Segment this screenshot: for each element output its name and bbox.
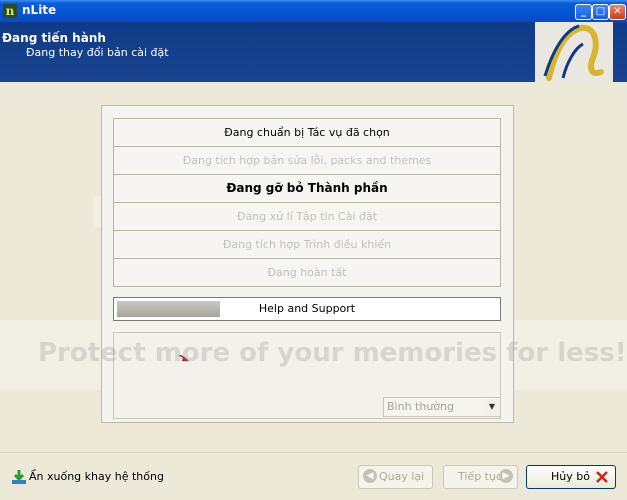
step-item: Đang tích hợp Trình điều khiển [113,230,501,258]
back-label: Quay lại [379,470,425,483]
tray-label: Ẩn xuống khay hệ thống [29,470,164,483]
progress-panel: Đang chuẩn bị Tác vụ đã chọn Đang tích h… [101,105,514,423]
nlite-app-icon: n [3,4,17,18]
maximize-button[interactable]: □ [592,4,609,20]
header-title: Đang tiến hành [2,31,106,45]
back-button[interactable]: ◀ Quay lại [358,465,433,489]
cancel-x-icon [596,471,608,483]
header-subtitle: Đang thay đổi bản cài đặt [26,46,169,59]
progress-bar: Help and Support [113,297,501,321]
window-title: nLite [22,3,57,17]
chevron-down-icon[interactable]: ▼ [485,399,499,415]
step-item: Đang xử lí Tập tin Cài đặt [113,202,501,230]
tray-down-arrow-icon [12,470,26,484]
close-button[interactable]: ✕ [609,4,626,20]
red-marker-icon [178,355,189,361]
footer-separator [0,452,627,453]
next-button[interactable]: Tiếp tục ▶ [443,465,518,489]
minimize-button[interactable]: _ [575,4,592,20]
step-item-current: Đang gỡ bỏ Thành phần [113,174,501,202]
step-list: Đang chuẩn bị Tác vụ đã chọn Đang tích h… [113,118,501,287]
priority-selected: Bình thường [387,400,454,413]
back-arrow-icon: ◀ [363,469,377,483]
cancel-label: Hủy bỏ [551,470,590,483]
nlite-logo-icon [535,22,613,82]
cancel-button[interactable]: Hủy bỏ [526,465,616,489]
progress-label: Help and Support [258,302,356,315]
next-label: Tiếp tục [458,470,503,483]
next-arrow-icon: ▶ [499,469,513,483]
priority-dropdown[interactable]: Bình thường ▼ [383,397,501,417]
step-item: Đang hoàn tất [113,258,501,287]
title-bar[interactable]: n nLite _ □ ✕ [0,0,627,22]
log-area: Bình thường ▼ [113,332,501,419]
step-item: Đang chuẩn bị Tác vụ đã chọn [113,118,501,146]
step-item: Đang tích hợp bản sửa lỗi, packs and the… [113,146,501,174]
header-banner: Đang tiến hành Đang thay đổi bản cài đặt [0,22,627,82]
